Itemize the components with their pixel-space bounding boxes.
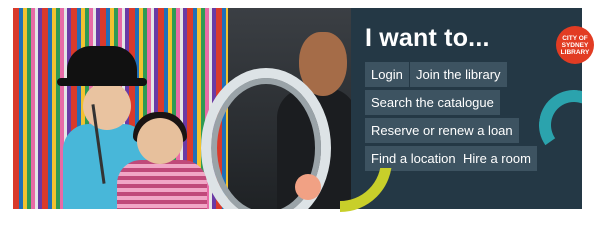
photo-booth-image [13,8,351,209]
top-hat-brim [57,78,147,86]
reserve-renew-loan-link[interactable]: Reserve or renew a loan [365,118,519,143]
panel-title: I want to... [365,24,490,52]
hero-banner: I want to... Login Join the library Sear… [13,8,582,209]
peach-circle-decoration [295,174,321,200]
child-striped-shirt [117,160,207,209]
login-link[interactable]: Login [365,62,409,87]
search-catalogue-link[interactable]: Search the catalogue [365,90,500,115]
logo-line: CITY OF [562,34,588,42]
child-head [83,82,131,130]
join-library-link[interactable]: Join the library [410,62,507,87]
child-head [137,118,183,164]
logo-line: SYDNEY [561,41,589,49]
logo-line: LIBRARY [560,48,590,56]
hire-room-link[interactable]: Hire a room [457,146,537,171]
lime-arc-decoration [340,168,400,238]
teal-arc-decoration [533,84,582,166]
city-of-sydney-library-logo[interactable]: CITY OF SYDNEY LIBRARY [556,26,594,64]
